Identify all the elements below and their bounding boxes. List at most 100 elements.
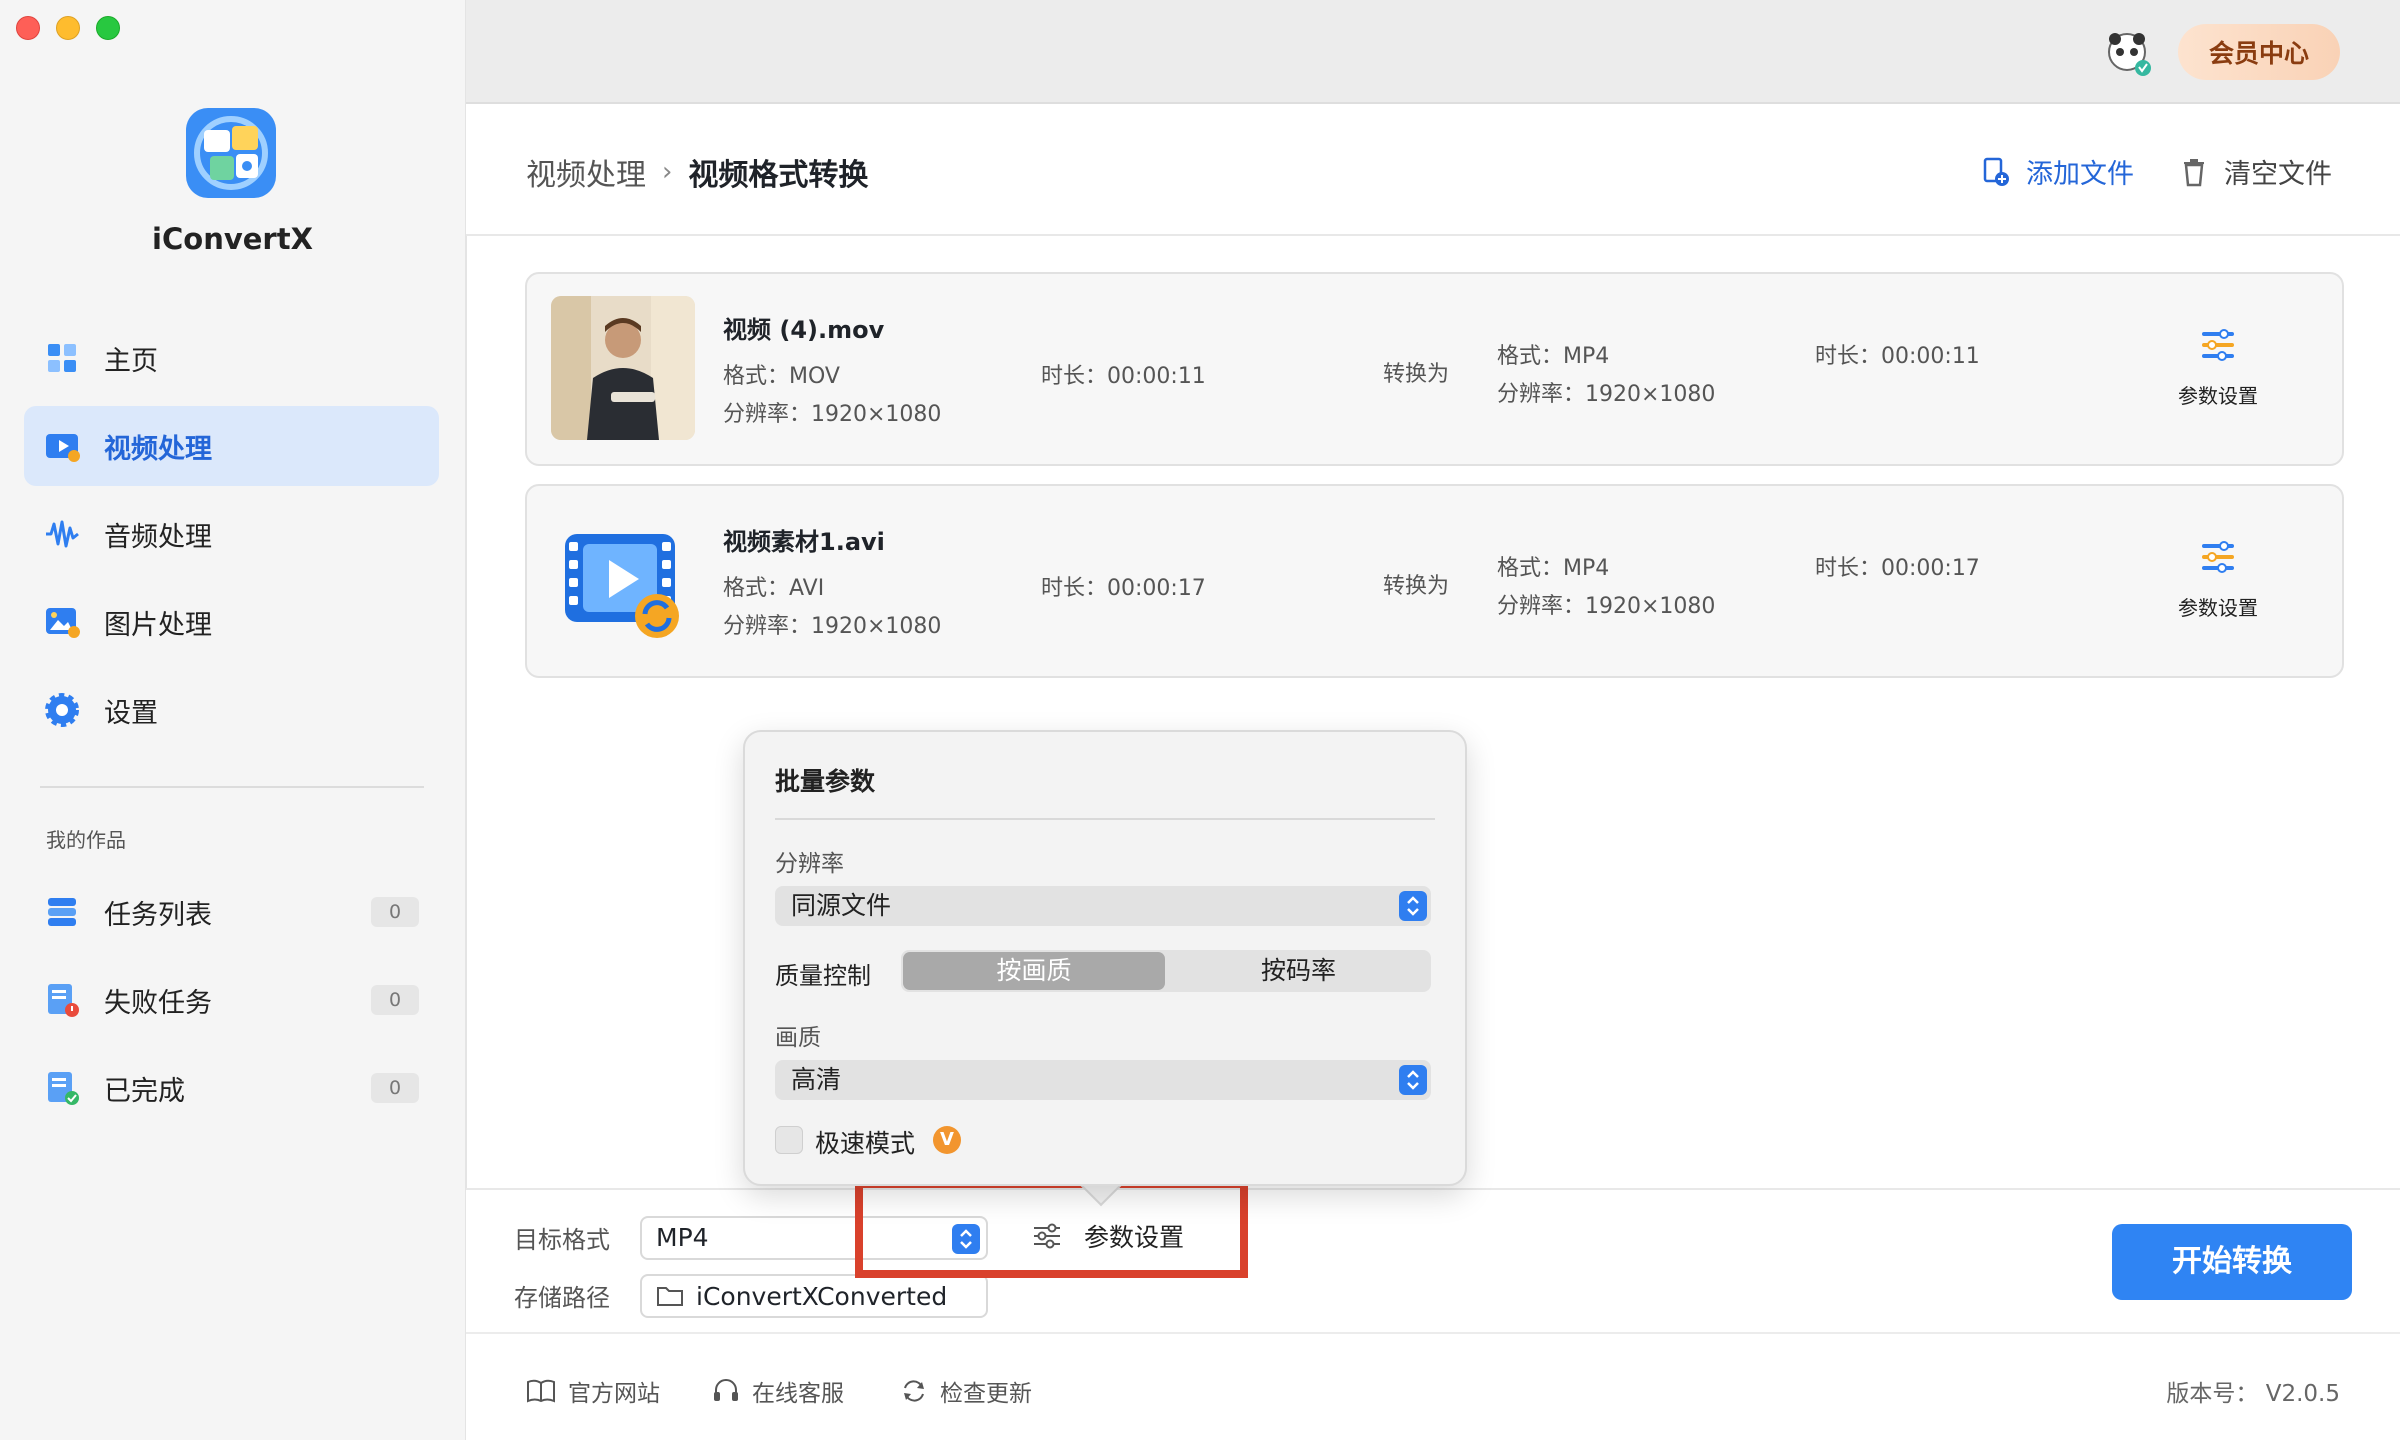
convert-to-label: 转换为 (1383, 362, 1450, 387)
sidebar-item-label: 视频处理 (104, 433, 212, 465)
version-text: 版本号： V2.0.5 (2166, 1381, 2340, 1407)
user-avatar-icon[interactable] (2105, 30, 2153, 78)
resolution-label: 分辨率 (775, 851, 844, 877)
completed-count-badge: 0 (371, 1073, 419, 1103)
source-duration: 时长：00:00:11 (1041, 364, 1206, 389)
sidebar-item-home[interactable]: 主页 (24, 318, 439, 398)
sidebar-item-task-list[interactable]: 任务列表 0 (24, 872, 439, 952)
target-duration: 时长：00:00:11 (1815, 344, 1980, 369)
file-name: 视频 (4).mov (723, 316, 885, 344)
app-window: iConvertX 主页 视频处理 音频处理 图片处理 设置 我的作品 任务列表… (0, 0, 2400, 1442)
sidebar-item-failed-tasks[interactable]: 失败任务 0 (24, 960, 439, 1040)
target-resolution: 分辨率：1920×1080 (1497, 382, 1716, 407)
target-resolution: 分辨率：1920×1080 (1497, 594, 1716, 619)
resolution-select[interactable]: 同源文件 (775, 886, 1431, 926)
quality-select[interactable]: 高清 (775, 1060, 1431, 1100)
add-file-icon (1983, 157, 2009, 186)
online-support-label: 在线客服 (752, 1381, 844, 1407)
save-path-value: iConvertXConverted (696, 1281, 948, 1311)
source-format: 格式：AVI (723, 576, 825, 601)
home-icon (48, 344, 76, 372)
footer: 官方网站 在线客服 检查更新 版本号： V2.0.5 (466, 1332, 2400, 1442)
member-center-button[interactable]: 会员中心 (2178, 24, 2340, 80)
chevron-updown-icon (1399, 1065, 1427, 1095)
highlight-box (855, 1180, 1248, 1278)
vip-badge-icon: V (933, 1126, 961, 1154)
source-resolution: 分辨率：1920×1080 (723, 402, 942, 427)
app-logo-icon (180, 102, 282, 204)
segment-by-quality[interactable]: 按画质 (903, 952, 1165, 990)
param-settings-label: 参数设置 (2178, 596, 2258, 620)
completed-icon (48, 1072, 79, 1105)
official-website-label: 官方网站 (568, 1381, 660, 1407)
book-icon (527, 1379, 555, 1403)
file-item[interactable]: 视频素材1.avi 格式：AVI 分辨率：1920×1080 时长：00:00:… (525, 484, 2344, 678)
online-support-link[interactable]: 在线客服 (712, 1374, 844, 1408)
param-settings-label: 参数设置 (2178, 384, 2258, 408)
sidebar-item-settings[interactable]: 设置 (24, 670, 439, 750)
source-duration: 时长：00:00:17 (1041, 576, 1206, 601)
resolution-value: 同源文件 (791, 891, 892, 920)
breadcrumb-parent[interactable]: 视频处理 (526, 150, 646, 194)
breadcrumb: 视频处理 › 视频格式转换 (526, 150, 868, 194)
image-processing-icon (46, 608, 80, 638)
sidebar-item-label: 设置 (104, 697, 158, 729)
file-param-settings-button[interactable]: 参数设置 (2163, 328, 2273, 409)
sidebar-item-label: 失败任务 (104, 987, 212, 1019)
close-window-button[interactable] (16, 16, 40, 40)
sidebar-item-audio-processing[interactable]: 音频处理 (24, 494, 439, 574)
maximize-window-button[interactable] (96, 16, 120, 40)
bottom-toolbar: 目标格式 MP4 存储路径 iConvertXConverted 参数设置 开始… (466, 1188, 2400, 1332)
quality-control-segmented: 按画质 按码率 (901, 950, 1431, 992)
target-duration: 时长：00:00:17 (1815, 556, 1980, 581)
file-name: 视频素材1.avi (723, 528, 885, 556)
check-update-link[interactable]: 检查更新 (900, 1374, 1032, 1408)
clear-files-button[interactable]: 清空文件 (2180, 152, 2332, 191)
target-format: 格式：MP4 (1497, 344, 1610, 369)
task-list-icon (48, 898, 76, 926)
start-convert-button[interactable]: 开始转换 (2112, 1224, 2352, 1300)
sidebar-item-label: 任务列表 (104, 899, 212, 931)
sidebar-item-completed[interactable]: 已完成 0 (24, 1048, 439, 1128)
quality-control-label: 质量控制 (775, 962, 871, 990)
file-item[interactable]: 视频 (4).mov 格式：MOV 分辨率：1920×1080 时长：00:00… (525, 272, 2344, 466)
fast-mode-checkbox[interactable] (775, 1126, 803, 1154)
add-file-button[interactable]: 添加文件 (1982, 152, 2134, 191)
sidebar-item-video-processing[interactable]: 视频处理 (24, 406, 439, 486)
refresh-icon (904, 1380, 924, 1402)
trash-icon (2184, 158, 2204, 186)
video-file-icon (551, 508, 695, 652)
my-works-title: 我的作品 (46, 828, 126, 852)
headset-icon (714, 1379, 738, 1401)
failed-task-icon (48, 984, 79, 1017)
segment-by-bitrate[interactable]: 按码率 (1166, 950, 1431, 992)
sliders-icon (2202, 329, 2234, 361)
batch-params-popover: 批量参数 分辨率 同源文件 质量控制 按画质 按码率 画质 高清 极速模式 V (743, 730, 1467, 1186)
file-param-settings-button[interactable]: 参数设置 (2163, 540, 2273, 621)
sidebar-item-label: 已完成 (104, 1075, 185, 1107)
page-header: 视频处理 › 视频格式转换 添加文件 清空文件 (466, 104, 2400, 236)
source-resolution: 分辨率：1920×1080 (723, 614, 942, 639)
failed-count-badge: 0 (371, 985, 419, 1015)
sidebar-item-image-processing[interactable]: 图片处理 (24, 582, 439, 662)
sliders-icon (2202, 541, 2234, 573)
official-website-link[interactable]: 官方网站 (526, 1374, 660, 1408)
video-thumbnail (551, 296, 695, 440)
target-format-label: 目标格式 (514, 1226, 610, 1254)
sidebar-item-label: 图片处理 (104, 609, 212, 641)
check-update-label: 检查更新 (940, 1381, 1032, 1407)
quality-label: 画质 (775, 1025, 821, 1051)
save-path-field[interactable]: iConvertXConverted (640, 1274, 988, 1318)
minimize-window-button[interactable] (56, 16, 80, 40)
audio-wave-icon (46, 520, 79, 548)
sidebar-item-label: 音频处理 (104, 521, 212, 553)
popover-divider (775, 818, 1435, 820)
chevron-updown-icon (1399, 891, 1427, 921)
popover-title: 批量参数 (775, 767, 876, 796)
clear-files-label: 清空文件 (2224, 159, 2332, 190)
target-format-value: MP4 (656, 1223, 709, 1252)
video-processing-icon (46, 434, 80, 462)
fast-mode-label: 极速模式 (815, 1129, 916, 1158)
app-name: iConvertX (152, 222, 313, 256)
quality-value: 高清 (791, 1065, 842, 1094)
